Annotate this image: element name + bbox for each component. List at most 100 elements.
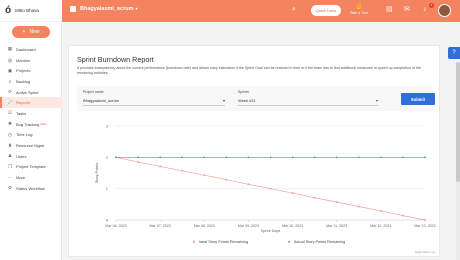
chat-icon[interactable]: ▤	[386, 5, 393, 14]
project-select[interactable]: Bhagyalaxmi_scrum ▾	[83, 98, 225, 106]
data-point	[357, 156, 360, 159]
sidebar-item-more[interactable]: ⋯ More	[0, 172, 62, 183]
project-name: Bhagyalaxmi_scrum	[80, 6, 134, 12]
data-point	[269, 156, 272, 159]
logo-icon: ó	[5, 5, 12, 16]
brand: ó Mitto Bhava	[0, 0, 62, 22]
data-point	[158, 156, 162, 159]
notification-badge: 1	[429, 3, 434, 8]
data-point	[269, 187, 272, 190]
x-tick-label: Mar 08, 2023	[194, 224, 215, 228]
x-tick-label: Mar 07, 2023	[150, 224, 171, 228]
page-description: It provides transparency about the curre…	[77, 66, 421, 75]
project-icon	[70, 6, 76, 12]
burndown-chart: 0 1 2 3 Mar 06, 2023 Mar 07, 2023 Mar 08, 2023…	[95, 124, 436, 255]
data-point	[379, 156, 383, 159]
new-button[interactable]: + New	[12, 26, 50, 38]
data-point	[225, 178, 228, 181]
data-point	[379, 209, 382, 212]
sprint-select[interactable]: Week #11 ▾	[238, 98, 378, 106]
new-badge: New	[40, 122, 47, 127]
resource-icon: ♜	[7, 142, 13, 148]
hand-pointer-icon: ☝	[354, 3, 364, 10]
sidebar-item-active-sprint[interactable]: ⟳ Active Sprint	[0, 87, 62, 98]
sidebar-item-label: Mention	[16, 57, 31, 63]
sprint-icon: ⟳	[8, 89, 12, 95]
help-icon[interactable]: ?	[448, 47, 460, 59]
sidebar-item-label: Status Workflow	[16, 185, 45, 191]
sidebar-item-projects[interactable]: ▣ Projects	[0, 65, 62, 76]
at-icon: @	[7, 57, 13, 63]
sidebar: ó Mitto Bhava + New ▦ Dashboard @ Mention ▣ Pr…	[0, 0, 62, 260]
bell-icon[interactable]: ♪	[423, 5, 427, 14]
sidebar-item-time-log[interactable]: ◷ Time Log	[0, 130, 62, 141]
legend-marker	[287, 240, 291, 243]
menu-icon[interactable]: ☰	[54, 6, 60, 16]
sidebar-item-dashboard[interactable]: ▦ Dashboard	[0, 44, 62, 55]
filter-panel: Project name Bhagyalaxmi_scrum ▾ Sprints…	[77, 86, 435, 111]
y-tick-label: 0	[106, 218, 109, 223]
legend-item: Actual Story Points Remaining	[294, 240, 345, 244]
data-point	[291, 192, 294, 195]
take-tour-button[interactable]: ☝ Take a Tour	[348, 2, 370, 15]
dashboard-icon: ▦	[7, 46, 13, 52]
sidebar-item-label: Bug Tracking	[16, 121, 40, 127]
message-icon[interactable]: ✉	[404, 5, 410, 14]
sidebar-item-label: Resource Mgmt	[16, 143, 45, 149]
x-tick-label: Mar 10, 2023	[282, 224, 303, 228]
sidebar-item-backlog[interactable]: ≡ Backlog	[0, 76, 62, 87]
legend-item: Ideal Story Points Remaining	[199, 240, 248, 244]
submit-button[interactable]: Submit	[401, 93, 435, 105]
data-point	[401, 214, 404, 217]
data-point	[136, 156, 140, 159]
project-name-label: Project name	[83, 90, 104, 94]
more-icon: ⋯	[7, 174, 13, 180]
sidebar-item-label: Active Sprint	[16, 89, 39, 95]
legend-marker	[192, 240, 196, 243]
data-point	[247, 156, 250, 159]
sidebar-item-resource-mgmt[interactable]: ♜ Resource Mgmt	[0, 140, 62, 151]
data-point	[335, 201, 338, 204]
scrollbar[interactable]	[456, 62, 460, 260]
search-icon[interactable]: ⌕	[292, 5, 296, 14]
sidebar-item-label: Dashboard	[16, 46, 36, 52]
data-point	[357, 205, 360, 208]
sidebar-item-label: Project Template	[16, 164, 46, 170]
data-point	[181, 156, 184, 159]
sidebar-item-users[interactable]: ♟ Users	[0, 151, 62, 162]
data-point	[247, 183, 250, 186]
data-point	[225, 156, 228, 159]
sprint-select-value: Week #11	[238, 98, 256, 103]
data-point	[401, 156, 405, 159]
bug-icon: ✱	[8, 121, 12, 127]
sidebar-item-label: Backlog	[16, 78, 31, 84]
chevron-down-icon: ▾	[222, 98, 225, 103]
chart-icon: 📈	[7, 99, 13, 105]
user-name: Mitto Bhava	[15, 8, 39, 13]
quick-links-button[interactable]: Quick Links	[311, 5, 341, 16]
sidebar-item-status-workflow[interactable]: ⚙ Status Workflow	[0, 183, 62, 194]
project-switcher[interactable]: Bhagyalaxmi_scrum ▾	[80, 6, 138, 12]
x-tick-label: Mar 06, 2023	[105, 224, 126, 228]
y-tick-label: 3	[106, 124, 109, 129]
sidebar-item-label: Time Log	[16, 132, 33, 138]
chevron-down-icon: ▾	[135, 6, 138, 11]
sidebar-item-label: Tasks	[16, 110, 27, 116]
data-point	[313, 156, 316, 159]
y-axis-title: Story Points	[95, 163, 99, 184]
avatar[interactable]	[438, 4, 451, 17]
sidebar-item-mention[interactable]: @ Mention	[0, 55, 62, 66]
data-point	[114, 156, 118, 159]
sidebar-item-project-template[interactable]: ❐ Project Template	[0, 162, 62, 173]
take-tour-label: Take a Tour	[349, 11, 369, 15]
scrollbar-thumb[interactable]	[456, 62, 460, 182]
data-point	[424, 219, 426, 221]
sidebar-item-label: Projects	[16, 68, 31, 74]
sidebar-item-bug-tracking[interactable]: ✱ Bug Tracking New	[0, 119, 62, 130]
workflow-icon: ⚙	[7, 185, 13, 191]
folder-icon: ▣	[7, 67, 13, 73]
page-title: Sprint Burndown Report	[77, 55, 154, 64]
sidebar-item-tasks[interactable]: ☑ Tasks	[0, 108, 62, 119]
top-bar: Bhagyalaxmi_scrum ▾ ⌕ Quick Links ☝ Take …	[0, 0, 460, 22]
sidebar-item-reports[interactable]: 📈 Reports	[0, 97, 62, 109]
